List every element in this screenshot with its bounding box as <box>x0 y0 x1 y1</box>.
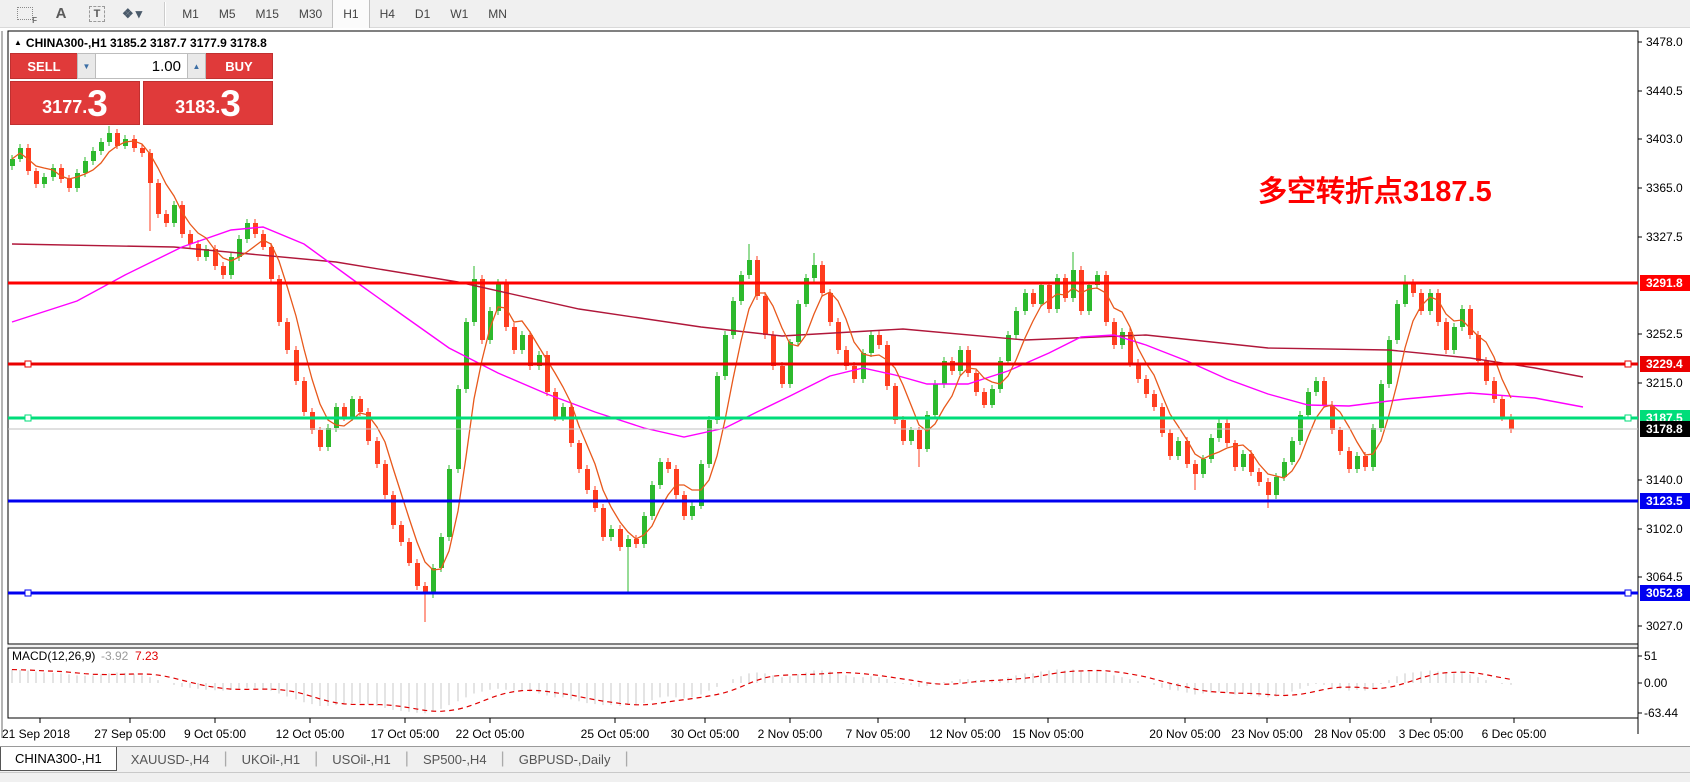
line-anchor-handle[interactable] <box>25 590 31 596</box>
line-anchor-handle[interactable] <box>1625 361 1631 367</box>
volume-input[interactable] <box>96 53 187 79</box>
date-axis-label: 7 Nov 05:00 <box>846 727 911 741</box>
sell-price-button[interactable]: 3177.3 <box>10 81 140 125</box>
chart-symbol-label: CHINA300-,H1 <box>26 36 107 50</box>
timeframe-d1-button[interactable]: D1 <box>405 0 440 28</box>
date-axis-label: 28 Nov 05:00 <box>1314 727 1386 741</box>
tab-sp500-h4[interactable]: SP500-,H4 <box>409 747 501 771</box>
tab-separator: | <box>624 747 628 768</box>
date-axis-label: 25 Oct 05:00 <box>581 727 650 741</box>
collapse-arrow-icon[interactable]: ▲ <box>14 38 22 47</box>
buy-price-pip: 3 <box>220 85 241 122</box>
price-axis-tick-label: 3403.0 <box>1646 132 1683 146</box>
timeframe-w1-button[interactable]: W1 <box>440 0 478 28</box>
macd-label: MACD(12,26,9) -3.92 7.23 <box>12 649 159 663</box>
price-tag-label: 3123.5 <box>1646 494 1683 508</box>
line-anchor-handle[interactable] <box>25 415 31 421</box>
buy-price-button[interactable]: 3183.3 <box>143 81 273 125</box>
price-axis-tick-label: 3252.5 <box>1646 327 1683 341</box>
macd-axis-label: 51 <box>1644 649 1658 663</box>
macd-pane[interactable] <box>8 648 1638 718</box>
price-axis-tick-label: 3027.0 <box>1646 619 1683 633</box>
chart-ohlc-values: 3185.2 3187.7 3177.9 3178.8 <box>110 36 267 50</box>
one-click-trade-panel: SELL ▼ ▲ BUY 3177.3 3183.3 <box>10 53 273 125</box>
chart-annotation-text: 多空转折点3187.5 <box>1258 168 1492 210</box>
timeframe-mn-button[interactable]: MN <box>478 0 517 28</box>
date-axis-label: 23 Nov 05:00 <box>1231 727 1303 741</box>
objects-diamond-icon[interactable]: ❖▾ <box>122 3 144 25</box>
svg-text:7.23: 7.23 <box>135 649 159 663</box>
line-anchor-handle[interactable] <box>25 361 31 367</box>
objects-dropdown-arrow-icon: ▾ <box>136 6 145 22</box>
price-axis-tick-label: 3327.5 <box>1646 230 1683 244</box>
macd-axis-label: -63.44 <box>1644 706 1678 720</box>
date-axis-label: 30 Oct 05:00 <box>671 727 740 741</box>
line-anchor-handle[interactable] <box>1625 415 1631 421</box>
tab-gbpusd-daily[interactable]: GBPUSD-,Daily <box>505 747 625 771</box>
date-axis-label: 2 Nov 05:00 <box>758 727 823 741</box>
price-tag-label: 3229.4 <box>1646 357 1683 371</box>
price-tag-label: 3178.8 <box>1646 422 1683 436</box>
volume-decrement-button[interactable]: ▼ <box>77 53 96 79</box>
price-tag-label: 3291.8 <box>1646 276 1683 290</box>
sell-price-pip: 3 <box>87 85 108 122</box>
macd-axis-label: 0.00 <box>1644 676 1668 690</box>
price-axis-tick-label: 3478.0 <box>1646 35 1683 49</box>
price-tag-label: 3052.8 <box>1646 586 1683 600</box>
date-axis-label: 20 Nov 05:00 <box>1149 727 1221 741</box>
price-axis-tick-label: 3064.5 <box>1646 570 1683 584</box>
date-axis-label: 9 Oct 05:00 <box>184 727 246 741</box>
buy-price-main: 3183 <box>175 92 215 122</box>
sell-button[interactable]: SELL <box>10 53 77 79</box>
timeframe-h4-button[interactable]: H4 <box>370 0 405 28</box>
timeframe-m30-button[interactable]: M30 <box>289 0 332 28</box>
timeframe-m15-button[interactable]: M15 <box>246 0 289 28</box>
tab-china300-h1[interactable]: CHINA300-,H1 <box>0 747 117 771</box>
price-axis-tick-label: 3440.5 <box>1646 84 1683 98</box>
pane-splitter[interactable] <box>7 645 1639 647</box>
text-t-icon[interactable]: T <box>86 3 108 25</box>
grid-f-icon[interactable] <box>14 3 36 25</box>
price-axis-tick-label: 3365.0 <box>1646 181 1683 195</box>
date-axis-label: 15 Nov 05:00 <box>1012 727 1084 741</box>
price-axis-tick-label: 3215.0 <box>1646 376 1683 390</box>
price-axis-tick-label: 3102.0 <box>1646 522 1683 536</box>
mt4-window: A T ❖▾ M1 M5 M15 M30 H1 H4 D1 W1 MN 3478… <box>0 0 1690 782</box>
line-anchor-handle[interactable] <box>1625 590 1631 596</box>
date-axis-label: 3 Dec 05:00 <box>1399 727 1464 741</box>
date-axis-label: 22 Oct 05:00 <box>456 727 525 741</box>
toolbar: A T ❖▾ M1 M5 M15 M30 H1 H4 D1 W1 MN <box>0 0 1690 28</box>
tab-ukoil-h1[interactable]: UKOil-,H1 <box>228 747 315 771</box>
date-axis-label: 27 Sep 05:00 <box>94 727 166 741</box>
timeframe-h1-button[interactable]: H1 <box>332 0 369 28</box>
chart-canvas[interactable]: 3478.0 3440.5 3403.0 3365.0 3327.5 3252.5 3215… <box>0 28 1690 782</box>
chart-area: 3478.0 3440.5 3403.0 3365.0 3327.5 3252.5 3215… <box>0 28 1690 782</box>
tab-usoil-h1[interactable]: USOil-,H1 <box>318 747 405 771</box>
date-axis-label: 12 Nov 05:00 <box>929 727 1001 741</box>
buy-button[interactable]: BUY <box>206 53 273 79</box>
svg-text:-3.92: -3.92 <box>101 649 129 663</box>
horizontal-scrollbar[interactable] <box>0 772 1690 782</box>
chart-tab-bar: CHINA300-,H1 XAUUSD-,H4 | UKOil-,H1 | US… <box>0 746 1690 772</box>
date-axis-label: 12 Oct 05:00 <box>276 727 345 741</box>
volume-increment-button[interactable]: ▲ <box>187 53 206 79</box>
svg-text:MACD(12,26,9): MACD(12,26,9) <box>12 649 95 663</box>
timeframe-m1-button[interactable]: M1 <box>172 0 209 28</box>
tab-xauusd-h4[interactable]: XAUUSD-,H4 <box>117 747 224 771</box>
price-axis-tick-label: 3140.0 <box>1646 473 1683 487</box>
sell-price-main: 3177 <box>42 92 82 122</box>
date-axis-label: 6 Dec 05:00 <box>1482 727 1547 741</box>
toolbar-separator <box>164 2 166 26</box>
timeframe-m5-button[interactable]: M5 <box>209 0 246 28</box>
label-a-icon[interactable]: A <box>50 3 72 25</box>
date-axis-label: 21 Sep 2018 <box>2 727 70 741</box>
chart-title: ▲ CHINA300-,H1 3185.2 3187.7 3177.9 3178.… <box>14 36 267 50</box>
date-axis-label: 17 Oct 05:00 <box>371 727 440 741</box>
